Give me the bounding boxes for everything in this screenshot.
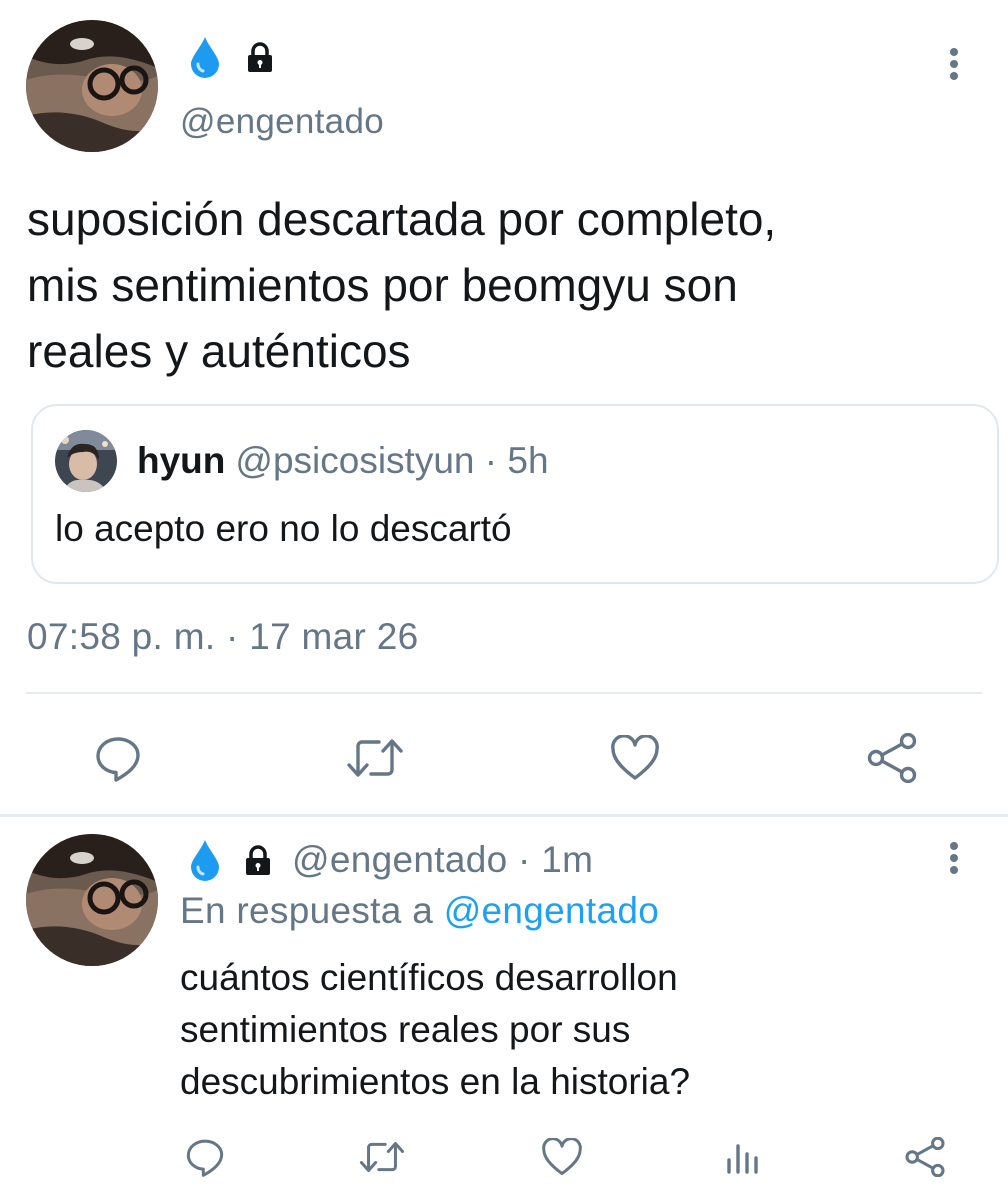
protected-lock-icon (242, 844, 274, 876)
reply-context-prefix: En respuesta a (180, 890, 434, 931)
more-options-icon[interactable] (939, 44, 969, 84)
reply-button[interactable] (90, 730, 146, 786)
main-tweet-timestamp[interactable]: 07:58 p. m. · 17 mar 26 (27, 616, 418, 658)
section-separator (0, 814, 1008, 817)
share-button[interactable] (900, 1134, 950, 1180)
water-drop-icon (188, 35, 222, 79)
main-tweet-handle[interactable]: @engentado (180, 102, 384, 142)
reply-tweet-handle[interactable]: @engentado · 1m (292, 839, 593, 881)
reply-context-mention-link[interactable]: @engentado (444, 890, 659, 931)
main-tweet-text: suposición descartada por completo, mis … (27, 193, 777, 377)
reply-button[interactable] (180, 1134, 230, 1180)
share-icon (905, 1137, 945, 1177)
share-button[interactable] (863, 730, 921, 786)
like-button[interactable] (538, 1134, 586, 1180)
analytics-button[interactable] (722, 1134, 762, 1180)
retweet-button[interactable] (356, 1134, 408, 1180)
divider (26, 692, 982, 694)
reply-icon (96, 737, 140, 782)
water-drop-icon (188, 838, 222, 882)
quoted-tweet-name: hyun (137, 440, 226, 481)
reply-tweet-text: cuántos científicos desarrollon sentimie… (180, 957, 691, 1102)
quoted-tweet-header: hyun @psicosistyun · 5h (137, 436, 549, 486)
retweet-button[interactable] (344, 730, 406, 786)
heart-icon (542, 1138, 582, 1176)
reply-tweet-avatar[interactable] (26, 834, 158, 966)
quoted-tweet-text: lo acepto ero no lo descartó (55, 508, 512, 549)
reply-context: En respuesta a @engentado (180, 890, 659, 932)
heart-icon (611, 735, 659, 780)
reply-icon (186, 1139, 224, 1177)
protected-lock-icon (244, 41, 276, 73)
more-options-icon[interactable] (939, 838, 969, 878)
retweet-icon (347, 739, 403, 777)
quoted-tweet-meta: @psicosistyun · 5h (235, 440, 549, 481)
analytics-icon (727, 1144, 758, 1174)
display-name-badges (188, 34, 276, 80)
like-button[interactable] (607, 730, 663, 786)
quoted-tweet-avatar (55, 430, 117, 492)
reply-tweet-header: @engentado · 1m (188, 832, 593, 888)
quoted-tweet-card[interactable]: hyun @psicosistyun · 5h lo acepto ero no … (31, 404, 999, 584)
retweet-icon (359, 1142, 405, 1172)
main-tweet-avatar[interactable] (26, 20, 158, 152)
share-icon (867, 733, 917, 783)
